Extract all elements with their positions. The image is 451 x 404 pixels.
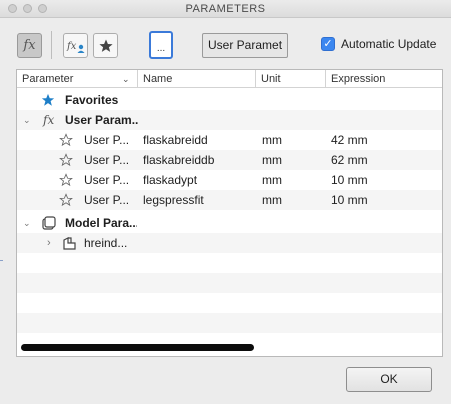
automatic-update-label: Automatic Update [341, 37, 437, 51]
expression-cell[interactable]: 10 mm [331, 170, 368, 190]
column-header-name[interactable]: Name [138, 70, 256, 88]
model-child-label: hreind... [84, 236, 128, 250]
user-fx-icon: fx [66, 41, 84, 53]
star-icon [98, 39, 113, 52]
name-cell: flaskabreiddb [143, 153, 215, 167]
svg-text:fx: fx [66, 41, 77, 52]
toolbar: fx fx ... User Paramet ✓ Automatic Updat… [0, 19, 451, 67]
parameter-cell: User P... [84, 173, 130, 187]
star-outline-icon[interactable] [59, 153, 73, 167]
empty-row [17, 293, 442, 313]
unit-cell: mm [262, 153, 282, 167]
empty-row [17, 313, 442, 333]
model-params-group-label: Model Para... [65, 216, 137, 230]
empty-row [17, 273, 442, 293]
table-row[interactable]: User P... flaskabreiddb mm 62 mm [17, 150, 442, 170]
ok-button[interactable]: OK [346, 367, 432, 392]
expression-cell[interactable]: 62 mm [331, 150, 368, 170]
name-cell: flaskadypt [143, 173, 198, 187]
table-row[interactable]: User P... legspressfit mm 10 mm [17, 190, 442, 210]
chevron-right-icon[interactable]: › [47, 233, 51, 253]
more-options-button[interactable]: ... [149, 31, 173, 59]
unit-cell: mm [262, 193, 282, 207]
unit-cell: mm [262, 133, 282, 147]
favorites-star-icon [41, 93, 55, 106]
parameter-cell: User P... [84, 133, 130, 147]
unit-cell: mm [262, 173, 282, 187]
favorites-row[interactable]: Favorites [17, 90, 442, 110]
horizontal-scrollbar[interactable] [21, 344, 254, 351]
toolbar-separator [51, 31, 52, 59]
favorites-filter-button[interactable] [93, 33, 118, 58]
column-header-expression[interactable]: Expression [326, 70, 442, 88]
chevron-down-icon[interactable]: ⌄ [23, 213, 31, 233]
fx-filter-button[interactable]: fx [17, 33, 42, 58]
expression-cell[interactable]: 42 mm [331, 130, 368, 150]
table-row[interactable]: User P... flaskabreidd mm 42 mm [17, 130, 442, 150]
user-params-group-row[interactable]: ⌄ fx User Param... [17, 110, 442, 130]
parameter-cell: User P... [84, 193, 130, 207]
model-child-row[interactable]: › hreind... [17, 233, 442, 253]
fx-icon: fx [43, 113, 55, 127]
favorites-label: Favorites [65, 93, 119, 107]
model-params-group-row[interactable]: ⌄ Model Para... [17, 213, 442, 233]
window-title: PARAMETERS [185, 3, 266, 15]
star-outline-icon[interactable] [59, 133, 73, 147]
fx-icon: fx [23, 38, 36, 53]
user-parameters-button[interactable]: fx [63, 33, 88, 58]
star-outline-icon[interactable] [59, 173, 73, 187]
left-edge-accent [0, 260, 3, 261]
name-cell: flaskabreidd [143, 133, 208, 147]
parameters-table[interactable]: Parameter ⌄ Name Unit Expression Favorit… [16, 69, 443, 357]
expression-cell[interactable]: 10 mm [331, 190, 368, 210]
chevron-down-icon: ⌄ [122, 74, 130, 84]
empty-row [17, 253, 442, 273]
user-parameter-combo[interactable]: User Paramet [202, 33, 288, 58]
chevron-down-icon[interactable]: ⌄ [23, 110, 31, 130]
automatic-update-toggle[interactable]: ✓ Automatic Update [321, 37, 436, 51]
star-outline-icon[interactable] [59, 193, 73, 207]
user-params-group-label: User Param... [65, 113, 139, 127]
parameter-cell: User P... [84, 153, 130, 167]
model-component-icon [42, 216, 56, 230]
column-header-parameter[interactable]: Parameter ⌄ [17, 70, 138, 88]
column-header-unit[interactable]: Unit [256, 70, 326, 88]
name-cell: legspressfit [143, 193, 204, 207]
title-bar: PARAMETERS [0, 0, 451, 18]
automatic-update-checkbox[interactable]: ✓ [321, 37, 335, 51]
table-header: Parameter ⌄ Name Unit Expression [17, 70, 442, 88]
table-row[interactable]: User P... flaskadypt mm 10 mm [17, 170, 442, 190]
body-icon [63, 237, 76, 250]
